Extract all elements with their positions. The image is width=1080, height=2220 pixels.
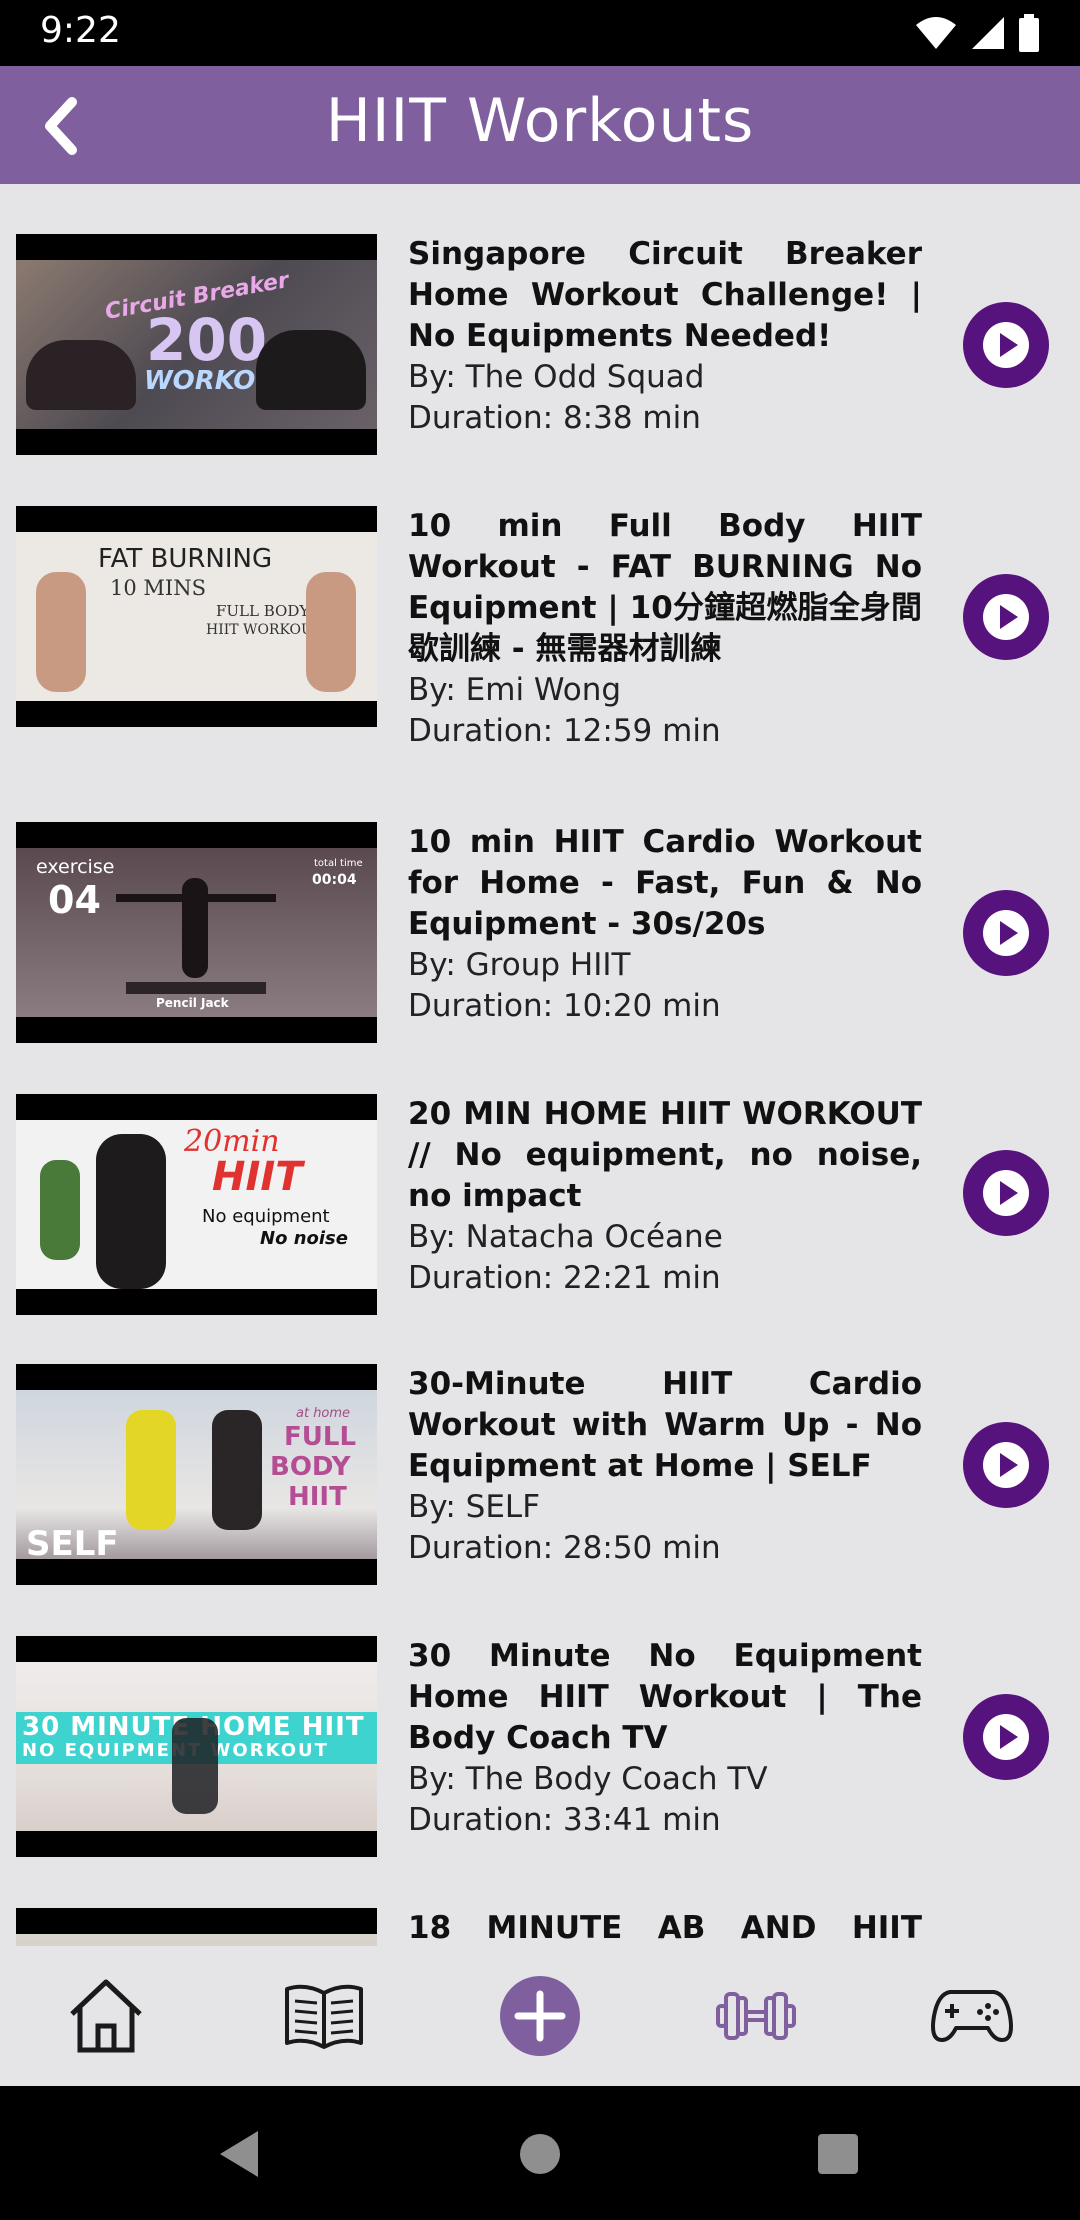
video-channel: By: Emi Wong [408, 672, 622, 708]
nav-workouts[interactable] [706, 1968, 806, 2064]
video-duration: Duration: 33:41 min [408, 1802, 721, 1838]
video-channel: By: SELF [408, 1489, 541, 1525]
thumb-text: 200 [146, 306, 268, 374]
video-title: 10 min HIIT Cardio Workout for Home - Fa… [408, 824, 922, 942]
video-duration: Duration: 10:20 min [408, 988, 721, 1024]
video-thumbnail[interactable]: 20min HIIT No equipment No noise [16, 1094, 377, 1315]
play-button[interactable] [963, 1694, 1049, 1780]
video-thumbnail[interactable]: at home FULL BODY HIIT SELF [16, 1364, 377, 1585]
signal-icon [972, 17, 1004, 49]
video-channel: By: The Body Coach TV [408, 1761, 768, 1797]
thumb-text: FULL [284, 1422, 357, 1452]
video-info[interactable]: 10 min Full Body HIIT Workout - FAT BURN… [408, 506, 922, 752]
video-info[interactable]: 30 Minute No Equipment Home HIIT Workout… [408, 1636, 922, 1841]
nav-home[interactable] [56, 1968, 156, 2064]
play-button[interactable] [963, 574, 1049, 660]
thumb-text: HIIT [288, 1482, 347, 1512]
system-back-button[interactable] [208, 2122, 272, 2186]
video-info[interactable]: 10 min HIIT Cardio Workout for Home - Fa… [408, 822, 922, 1027]
thumb-text: exercise [36, 856, 115, 878]
gamepad-icon [931, 1990, 1013, 2042]
thumb-text: 00:04 [312, 872, 357, 888]
video-thumbnail[interactable]: 30 MINUTE HOME HIIT NO EQUIPMENT WORKOUT [16, 1636, 377, 1857]
video-channel: By: Group HIIT [408, 947, 631, 983]
system-recents-button[interactable] [806, 2122, 870, 2186]
wifi-icon [916, 17, 956, 49]
book-icon [285, 1984, 363, 2049]
video-duration: Duration: 12:59 min [408, 713, 721, 749]
play-button[interactable] [963, 302, 1049, 388]
video-thumbnail[interactable]: Circuit Breaker 200 WORKOUT [16, 234, 377, 455]
recents-square-icon [818, 2134, 858, 2174]
thumb-text: SELF [26, 1524, 119, 1564]
play-icon [983, 910, 1029, 956]
play-icon [983, 594, 1029, 640]
video-info[interactable]: 30-Minute HIIT Cardio Workout with Warm … [408, 1364, 922, 1569]
battery-icon [1019, 14, 1039, 52]
status-time: 9:22 [40, 10, 121, 51]
system-home-button[interactable] [508, 2122, 572, 2186]
page-title: HIIT Workouts [325, 86, 755, 156]
video-duration: Duration: 28:50 min [408, 1530, 721, 1566]
video-title: 30 Minute No Equipment Home HIIT Workout… [408, 1638, 922, 1756]
play-icon [983, 322, 1029, 368]
thumb-text: HIIT WORKOUT [206, 622, 323, 638]
video-duration: Duration: 22:21 min [408, 1260, 721, 1296]
play-icon [983, 1442, 1029, 1488]
thumb-text: at home [296, 1406, 351, 1421]
video-duration: Duration: 8:38 min [408, 400, 701, 436]
video-thumbnail[interactable]: exercise 04 total time 00:04 Pencil Jack [16, 822, 377, 1043]
nav-add[interactable] [490, 1968, 590, 2064]
play-icon [983, 1170, 1029, 1216]
thumb-text: No noise [260, 1228, 348, 1249]
thumb-text: HIIT [212, 1154, 303, 1200]
thumb-text: FULL BODY [216, 602, 310, 620]
video-title: Singapore Circuit Breaker Home Workout C… [408, 236, 922, 354]
video-title: 18 MINUTE AB AND HIIT [408, 1910, 922, 1946]
add-icon [500, 1976, 580, 2056]
video-title: 30-Minute HIIT Cardio Workout with Warm … [408, 1366, 922, 1484]
video-channel: By: Natacha Océane [408, 1219, 723, 1255]
video-thumbnail[interactable] [16, 1908, 377, 1946]
status-icons [914, 14, 1040, 52]
thumb-text: 10 MINS [110, 576, 206, 600]
video-title: 20 MIN HOME HIIT WORKOUT // No equipment… [408, 1096, 922, 1214]
video-title: 10 min Full Body HIIT Workout - FAT BURN… [408, 508, 922, 667]
dumbbell-icon [716, 1992, 796, 2040]
video-info[interactable]: Singapore Circuit Breaker Home Workout C… [408, 234, 922, 439]
play-button[interactable] [963, 1150, 1049, 1236]
thumb-text: BODY [270, 1452, 351, 1482]
nav-library[interactable] [274, 1968, 374, 2064]
video-info[interactable]: 18 MINUTE AB AND HIIT [408, 1908, 922, 1946]
video-info[interactable]: 20 MIN HOME HIIT WORKOUT // No equipment… [408, 1094, 922, 1299]
play-button[interactable] [963, 1422, 1049, 1508]
bottom-nav [0, 1946, 1080, 2086]
thumb-text: No equipment [202, 1206, 330, 1227]
thumb-text: Pencil Jack [156, 996, 229, 1010]
thumb-text: 04 [48, 878, 101, 922]
video-thumbnail[interactable]: FAT BURNING 10 MINS FULL BODY HIIT WORKO… [16, 506, 377, 727]
video-list[interactable]: Circuit Breaker 200 WORKOUT Singapore Ci… [0, 184, 1080, 1946]
nav-games[interactable] [922, 1968, 1022, 2064]
play-icon [983, 1714, 1029, 1760]
video-channel: By: The Odd Squad [408, 359, 705, 395]
thumb-text: FAT BURNING [98, 544, 273, 574]
app-bar: HIIT Workouts [0, 66, 1080, 184]
home-circle-icon [520, 2134, 560, 2174]
status-bar: 9:22 [0, 0, 1080, 66]
back-triangle-icon [220, 2131, 258, 2177]
system-nav-bar [0, 2086, 1080, 2220]
play-button[interactable] [963, 890, 1049, 976]
home-icon [70, 1979, 142, 2053]
thumb-text: total time [314, 858, 363, 869]
